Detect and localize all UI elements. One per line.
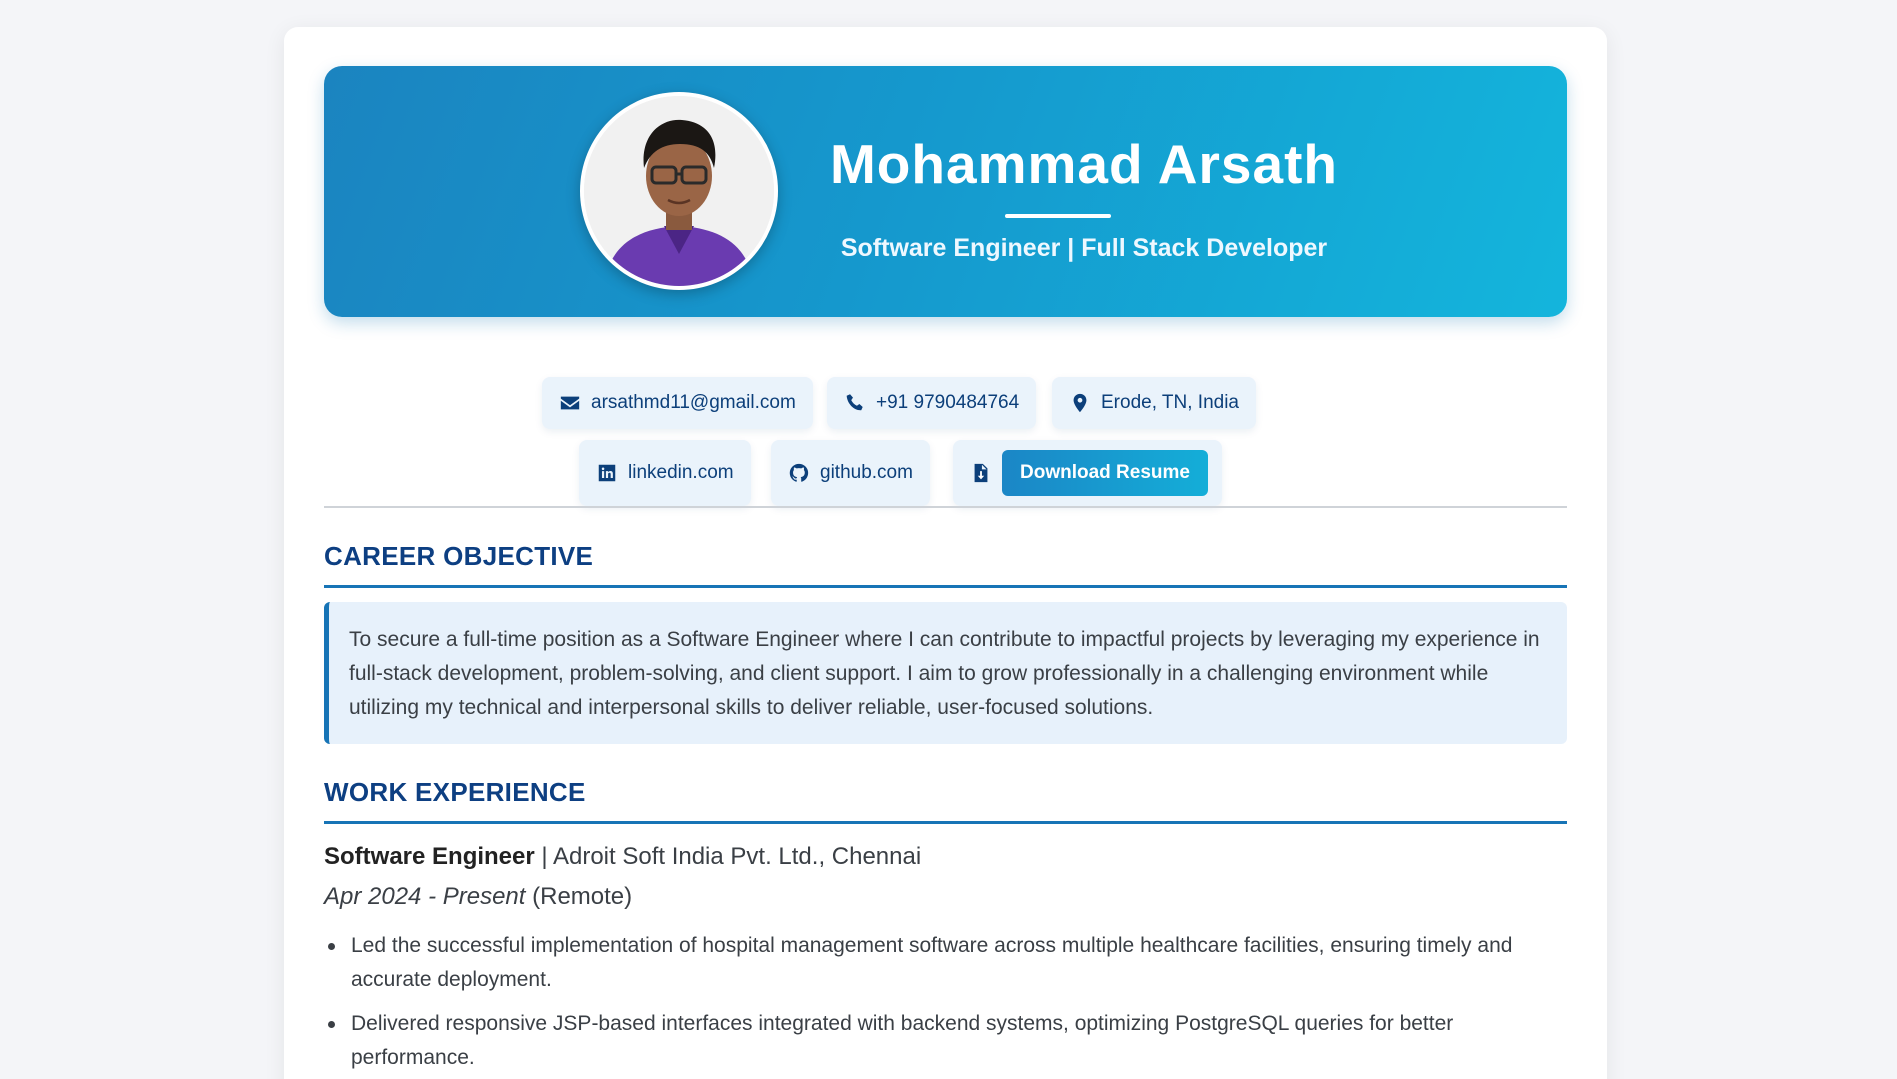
job-title-line: Software Engineer | Adroit Soft India Pv… (324, 843, 921, 871)
objective-heading: CAREER OBJECTIVE (324, 541, 594, 571)
objective-heading-rule (324, 585, 1567, 588)
profile-role: Software Engineer | Full Stack Developer (840, 234, 1328, 262)
avatar (580, 92, 778, 290)
profile-name: Mohammad Arsath (829, 133, 1339, 195)
job-dates: Apr 2024 - Present (324, 883, 526, 910)
location-chip: Erode, TN, India (1052, 377, 1257, 429)
experience-heading: WORK EXPERIENCE (324, 777, 586, 807)
envelope-icon (559, 392, 581, 414)
download-resume-button[interactable]: Download Resume (1002, 450, 1208, 496)
email-text: arsathmd11@gmail.com (591, 392, 796, 413)
github-icon (788, 462, 810, 484)
location-text: Erode, TN, India (1101, 392, 1240, 413)
resume-card: Mohammad Arsath Software Engineer | Full… (284, 27, 1607, 1079)
job-mode: (Remote) (525, 883, 633, 910)
map-pin-icon (1069, 392, 1091, 414)
phone-icon (844, 392, 866, 414)
experience-heading-rule (324, 821, 1567, 824)
profile-photo (584, 96, 774, 286)
profile-header: Mohammad Arsath Software Engineer | Full… (324, 66, 1567, 317)
resume-chip: Download Resume (953, 440, 1222, 506)
job-title: Software Engineer (324, 843, 535, 870)
linkedin-icon (596, 462, 618, 484)
header-divider (324, 506, 1567, 508)
job-responsibilities: Led the successful implementation of hos… (324, 929, 1567, 1079)
phone-text: +91 9790484764 (876, 392, 1020, 413)
email-chip[interactable]: arsathmd11@gmail.com (542, 377, 813, 429)
list-item: Delivered responsive JSP-based interface… (324, 1007, 1567, 1075)
job-company: Adroit Soft India Pvt. Ltd., Chennai (552, 843, 922, 870)
name-divider (1005, 214, 1111, 218)
github-chip[interactable]: github.com (771, 440, 930, 506)
linkedin-chip[interactable]: linkedin.com (579, 440, 751, 506)
github-link[interactable]: github.com (820, 462, 913, 484)
file-download-icon (970, 462, 992, 484)
list-item: Led the successful implementation of hos… (324, 929, 1567, 997)
objective-text: To secure a full-time position as a Soft… (324, 602, 1567, 744)
job-dates-line: Apr 2024 - Present (Remote) (324, 883, 632, 911)
linkedin-link[interactable]: linkedin.com (628, 462, 734, 484)
phone-chip[interactable]: +91 9790484764 (827, 377, 1037, 429)
job-separator: | (534, 843, 553, 870)
